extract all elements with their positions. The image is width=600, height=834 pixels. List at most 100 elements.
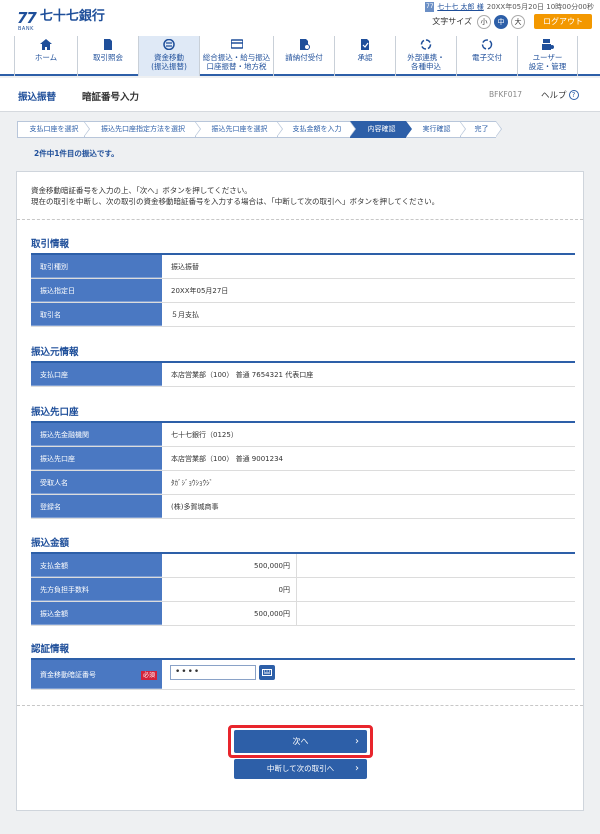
page-count-label: 2件中1件目の振込です。 (34, 149, 119, 158)
auth-label: 資金移動暗証番号 (40, 671, 96, 679)
step-item: 振込先口座を選択 (195, 121, 283, 138)
page-title: 暗証番号入力 (82, 92, 140, 103)
last-login-datetime: 20XX年05月20日 10時00分00秒 (486, 3, 594, 11)
nav-item-payment[interactable]: 請納付受付 (273, 36, 334, 76)
row-value: 500,000円 (162, 602, 297, 625)
step-item-current: 内容確認 (350, 121, 412, 138)
password-group: •••• (170, 665, 575, 680)
font-size-small-button[interactable]: 小 (477, 14, 491, 29)
nav-label: 外部連携・ 各種申込 (407, 53, 445, 71)
card-icon (230, 39, 243, 50)
bank-name: 七十七銀行 (39, 9, 105, 24)
next-button[interactable]: 次へ › (234, 730, 367, 753)
section-tx-title: 取引情報 (31, 239, 70, 250)
nav-label: 電子交付 (472, 53, 502, 62)
password-input[interactable]: •••• (170, 665, 256, 680)
to-table: 振込先金融機関 七十七銀行（0125） 振込先口座 本店営業部（100） 普通 90… (31, 421, 575, 519)
nav-item-inquiry[interactable]: 取引照会 (77, 36, 138, 76)
bank-logo[interactable]: 77 BANK 七十七銀行 (17, 9, 105, 32)
help-icon: ? (568, 90, 579, 100)
logout-button[interactable]: ログアウト (534, 14, 592, 29)
utility-row: 文字サイズ 小 中 大 ログアウト (432, 14, 592, 29)
transfer-icon (163, 39, 175, 50)
row-value: 500,000円 (162, 554, 297, 577)
nav-label: 請納付受付 (285, 53, 323, 62)
nav-label: 資金移動 (振込振替) (151, 53, 187, 71)
exchange-icon (481, 39, 493, 50)
suspend-label: 中断して次の取引へ (266, 764, 335, 773)
row-value: 20XX年05月27日 (171, 287, 229, 295)
row-value: 七十七銀行（0125） (171, 431, 238, 439)
row-label: 振込先金融機関 (31, 423, 162, 446)
nav-item-bulk-transfer[interactable]: 総合振込・給与振込 口座振替・地方税 (199, 36, 273, 76)
row-label: 先方負担手数料 (31, 578, 162, 601)
row-value: 本店営業部（100） 普通 7654321 代表口座 (171, 371, 314, 379)
payment-icon (298, 39, 310, 50)
main-card: 資金移動暗証番号を入力の上、「次へ」ボタンを押してください。 現在の取引を中断し… (16, 171, 584, 811)
font-size-large-button[interactable]: 大 (511, 14, 525, 29)
nav-item-transfer[interactable]: 資金移動 (振込振替) (138, 36, 199, 76)
nav-item-e-delivery[interactable]: 電子交付 (456, 36, 517, 76)
software-keyboard-button[interactable] (259, 665, 275, 680)
row-value: ﾀｶﾞｼﾞｮｳｼｮｳｼﾞ (171, 479, 213, 487)
home-icon (40, 39, 52, 50)
page-header: 振込振替 暗証番号入力 BFKF017 ヘルプ? (0, 78, 600, 112)
chevron-right-icon: › (355, 763, 359, 774)
help-link[interactable]: ヘルプ? (541, 89, 579, 101)
user-settings-icon (541, 39, 554, 50)
section-title: 振込振替 (18, 92, 57, 103)
suspend-next-button[interactable]: 中断して次の取引へ › (234, 759, 367, 779)
nav-label: ユーザー 設定・管理 (528, 53, 567, 71)
nav-label: ホーム (34, 53, 58, 62)
next-label: 次へ (292, 737, 309, 746)
chevron-right-icon: › (355, 736, 359, 747)
row-label: 振込先口座 (31, 447, 162, 470)
nav-item-approve[interactable]: 承認 (334, 36, 395, 76)
section-to-title: 振込先口座 (31, 407, 79, 418)
row-label: 資金移動暗証番号 必須 (31, 660, 162, 689)
nav-label: 総合振込・給与振込 口座振替・地方税 (202, 53, 271, 71)
user-info: 77 七十七 太郎 様 20XX年05月20日 10時00分00秒 (425, 2, 594, 12)
link-icon (420, 39, 432, 50)
tx-table: 取引種別 振込振替 振込指定日 20XX年05月27日 取引名 ５月支払 (31, 253, 575, 327)
document-icon (102, 39, 114, 50)
table-row: 受取人名 ﾀｶﾞｼﾞｮｳｼｮｳｼﾞ (31, 471, 575, 495)
row-label: 支払口座 (31, 363, 162, 386)
table-row: 振込先口座 本店営業部（100） 普通 9001234 (31, 447, 575, 471)
global-nav: ホーム 取引照会 資金移動 (振込振替) 総合振込・給与振込 口座振替・地方税 … (14, 36, 578, 76)
section-auth-title: 認証情報 (31, 644, 70, 655)
auth-table: 資金移動暗証番号 必須 •••• (31, 658, 575, 690)
row-label: 支払金額 (31, 554, 162, 577)
user-name[interactable]: 七十七 太郎 様 (437, 2, 483, 12)
table-row: 資金移動暗証番号 必須 •••• (31, 660, 575, 690)
divider (17, 219, 583, 220)
logo-bank-label: BANK (18, 26, 34, 32)
nav-item-home[interactable]: ホーム (14, 36, 77, 76)
row-value: (株)多賀城商事 (171, 503, 219, 511)
global-header: 77 BANK 七十七銀行 77 七十七 太郎 様 20XX年05月20日 10… (0, 0, 600, 76)
row-label: 振込指定日 (31, 279, 162, 302)
table-row: 支払口座 本店営業部（100） 普通 7654321 代表口座 (31, 363, 575, 387)
step-item: 振込先口座指定方法を選択 (84, 121, 201, 138)
font-size-medium-button[interactable]: 中 (494, 14, 508, 29)
table-row: 振込金額 500,000円 (31, 602, 575, 626)
table-row: 振込先金融機関 七十七銀行（0125） (31, 423, 575, 447)
nav-item-user-settings[interactable]: ユーザー 設定・管理 (517, 36, 578, 76)
instruction-line: 資金移動暗証番号を入力の上、「次へ」ボタンを押してください。 (31, 186, 252, 195)
nav-item-external[interactable]: 外部連携・ 各種申込 (395, 36, 456, 76)
help-label: ヘルプ (541, 91, 567, 101)
required-badge: 必須 (140, 671, 157, 680)
instructions: 資金移動暗証番号を入力の上、「次へ」ボタンを押してください。 現在の取引を中断し… (31, 185, 439, 207)
step-item: 支払金額を入力 (277, 121, 356, 138)
section-amount-title: 振込金額 (31, 538, 70, 549)
approve-icon (359, 39, 371, 50)
from-table: 支払口座 本店営業部（100） 普通 7654321 代表口座 (31, 361, 575, 387)
row-value: •••• (162, 660, 575, 689)
row-label: 登録名 (31, 495, 162, 518)
table-row: 取引種別 振込振替 (31, 255, 575, 279)
section-from-title: 振込元情報 (31, 347, 79, 358)
row-label: 振込金額 (31, 602, 162, 625)
step-item: 支払口座を選択 (17, 121, 90, 138)
logo-mark: 77 (17, 9, 37, 27)
table-row: 先方負担手数料 0円 (31, 578, 575, 602)
